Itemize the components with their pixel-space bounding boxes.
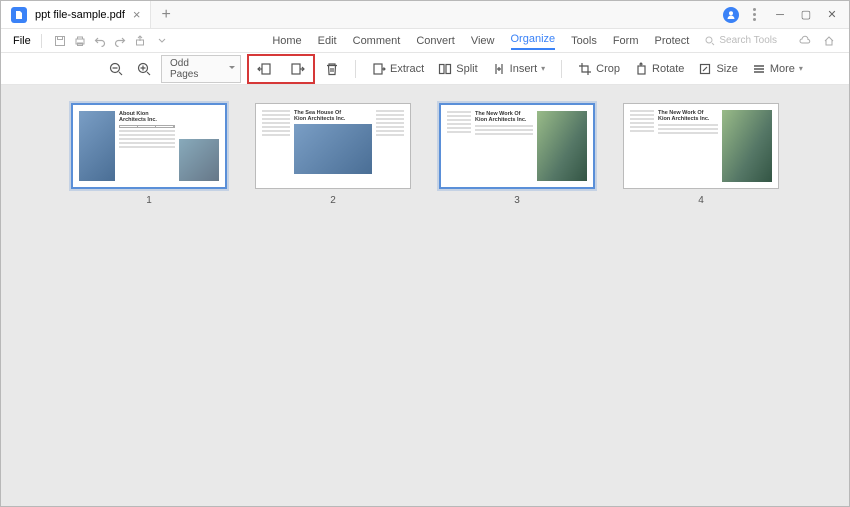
rotate-icon [634,62,648,76]
dropdown-icon[interactable] [154,33,170,49]
highlighted-rotate-group [247,54,315,84]
thumbnail[interactable]: The New Work OfKion Architects Inc. [623,103,779,189]
zoom-out-icon[interactable] [105,58,127,80]
menu-convert[interactable]: Convert [416,33,455,49]
extract-button[interactable]: Extract [368,60,428,78]
menu-view[interactable]: View [471,33,495,49]
menu-protect[interactable]: Protect [655,33,690,49]
menu-comment[interactable]: Comment [353,33,401,49]
add-tab-button[interactable]: + [151,6,180,24]
titlebar: ppt file-sample.pdf × + ─ ▢ ✕ [1,1,849,29]
crop-button[interactable]: Crop [574,60,624,78]
share-icon[interactable] [132,33,148,49]
main-menu: Home Edit Comment Convert View Organize … [272,31,689,50]
insert-icon [492,62,506,76]
home-icon[interactable] [821,33,837,49]
undo-icon[interactable] [92,33,108,49]
page-filter-dropdown[interactable]: Odd Pages [161,55,241,83]
maximize-button[interactable]: ▢ [795,4,817,26]
page-number: 2 [330,195,336,206]
split-icon [438,62,452,76]
rotate-left-icon[interactable] [253,58,275,80]
thumbnail[interactable]: About KionArchitects Inc. [71,103,227,189]
print-icon[interactable] [72,33,88,49]
app-icon [11,7,27,23]
page-thumb-3: The New Work OfKion Architects Inc. 3 [439,103,595,206]
page-thumb-4: The New Work OfKion Architects Inc. 4 [623,103,779,206]
page-thumb-2: The Sea House OfKion Architects Inc. 2 [255,103,411,206]
tab-title: ppt file-sample.pdf [35,9,125,21]
search-placeholder: Search Tools [719,35,777,46]
page-number: 3 [514,195,520,206]
insert-button[interactable]: Insert▾ [488,60,550,78]
close-tab-icon[interactable]: × [133,7,141,22]
menu-organize[interactable]: Organize [511,31,556,50]
hamburger-icon [752,62,766,76]
redo-icon[interactable] [112,33,128,49]
rotate-button[interactable]: Rotate [630,60,688,78]
menu-home[interactable]: Home [272,33,301,49]
page-number: 4 [698,195,704,206]
size-icon [698,62,712,76]
page-number: 1 [146,195,152,206]
delete-icon[interactable] [321,58,343,80]
organize-toolbar: Odd Pages Extract Split Insert▾ Crop Rot… [1,53,849,85]
more-button[interactable]: More▾ [748,60,807,78]
menu-form[interactable]: Form [613,33,639,49]
rotate-right-icon[interactable] [287,58,309,80]
thumbnail[interactable]: The Sea House OfKion Architects Inc. [255,103,411,189]
file-menu[interactable]: File [7,33,37,49]
quick-access [52,33,148,49]
cloud-icon[interactable] [797,33,813,49]
document-tab[interactable]: ppt file-sample.pdf × [1,1,151,28]
account-icon[interactable] [723,7,739,23]
menu-tools[interactable]: Tools [571,33,597,49]
close-window-button[interactable]: ✕ [821,4,843,26]
kebab-icon[interactable] [743,4,765,26]
minimize-button[interactable]: ─ [769,4,791,26]
extract-icon [372,62,386,76]
zoom-in-icon[interactable] [133,58,155,80]
menu-edit[interactable]: Edit [318,33,337,49]
split-button[interactable]: Split [434,60,481,78]
save-icon[interactable] [52,33,68,49]
search-tools[interactable]: Search Tools [705,35,777,46]
crop-icon [578,62,592,76]
menubar: File Home Edit Comment Convert View Orga… [1,29,849,53]
size-button[interactable]: Size [694,60,741,78]
page-thumb-1: About KionArchitects Inc. 1 [71,103,227,206]
thumbnail-grid: About KionArchitects Inc. 1 The Sea Hous… [1,85,849,506]
thumbnail[interactable]: The New Work OfKion Architects Inc. [439,103,595,189]
